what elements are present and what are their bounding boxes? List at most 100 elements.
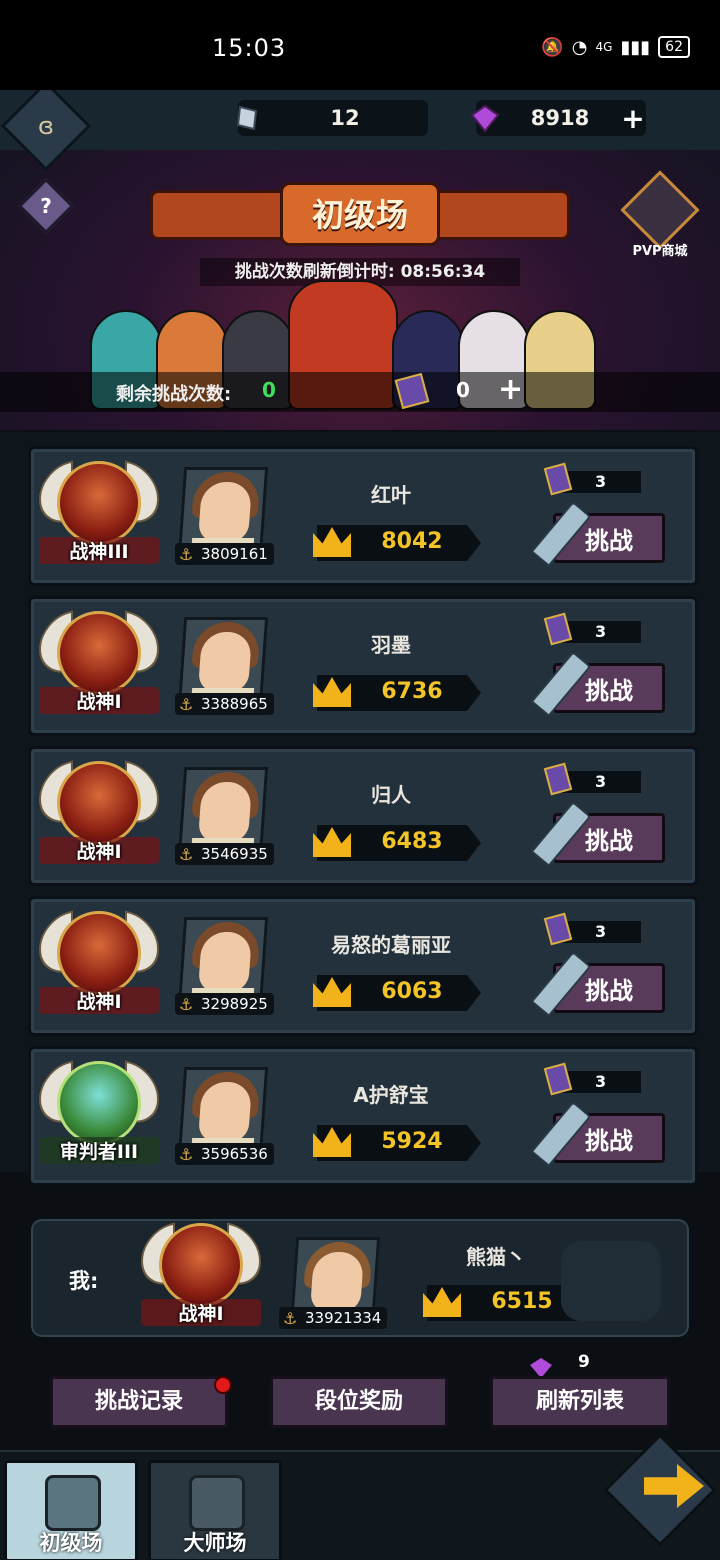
rank-name: 战神I — [39, 687, 159, 714]
power-value: 6736 — [381, 679, 443, 704]
avatar-face — [309, 1252, 365, 1312]
power-value: 6483 — [381, 829, 443, 854]
power-value: 5924 — [381, 1129, 443, 1154]
question-icon: ? — [40, 194, 52, 218]
refresh-cost-value: 9 — [578, 1352, 590, 1372]
arena-banner: ɞ ? 12 8918 + 初级场 PVP商城 挑战次数刷新倒计时: 08:56… — [0, 90, 720, 430]
rank-rewards-button[interactable]: 段位奖励 — [270, 1376, 448, 1428]
challenge-button[interactable]: 挑战 — [525, 801, 665, 867]
opponent-row: 战神I ⚓ 3388965 羽墨 6736 3 挑战 — [28, 596, 698, 736]
rank-name: 战神I — [39, 987, 159, 1014]
menu-icon: ɞ — [38, 112, 54, 140]
rank-badge: 战神I — [39, 755, 159, 875]
challenge-ticket-icon — [543, 912, 573, 946]
challenge-button[interactable]: 挑战 — [525, 951, 665, 1017]
shop-icon — [620, 170, 700, 250]
avatar-face — [197, 932, 253, 992]
avatar-face — [197, 1082, 253, 1142]
refresh-list-button[interactable]: 刷新列表 — [490, 1376, 670, 1428]
opponent-uid: ⚓ 3298925 — [175, 993, 274, 1015]
ticket-cost-value: 3 — [595, 772, 607, 791]
opponent-power: 6063 — [313, 975, 481, 1011]
battery-icon: 62 — [658, 36, 690, 58]
ticket-cost: 3 — [543, 762, 641, 796]
opponent-uid: ⚓ 3809161 — [175, 543, 274, 565]
ticket-cost: 3 — [543, 1062, 641, 1096]
challenge-ticket-icon — [543, 462, 573, 496]
avatar-face — [197, 632, 253, 692]
ticket-cost-value: 3 — [595, 622, 607, 641]
uid-value: 3298925 — [201, 995, 268, 1013]
rank-name: 战神III — [39, 537, 159, 564]
challenge-ticket-icon — [394, 372, 430, 410]
countdown-label: 挑战次数刷新倒计时: — [234, 262, 395, 282]
page-title: 初级场 — [311, 196, 408, 234]
anchor-icon: ⚓ — [179, 1145, 194, 1164]
anchor-icon: ⚓ — [179, 545, 194, 564]
ticket-cost-value: 3 — [595, 1072, 607, 1091]
opponent-power: 5924 — [313, 1125, 481, 1161]
opponent-uid: ⚓ 3546935 — [175, 843, 274, 865]
rank-emblem-icon — [159, 1223, 243, 1307]
shield-icon — [45, 1475, 101, 1531]
challenge-records-button[interactable]: 挑战记录 — [50, 1376, 228, 1428]
rank-badge: 战神I — [39, 605, 159, 725]
anchor-icon: ⚓ — [283, 1309, 298, 1328]
my-uid: ⚓ 33921334 — [279, 1307, 388, 1329]
avatar-face — [197, 482, 253, 542]
tab-beginner[interactable]: 初级场 — [4, 1460, 138, 1560]
opponent-row: 战神I ⚓ 3546935 归人 6483 3 挑战 — [28, 746, 698, 886]
crown-icon — [313, 1127, 351, 1157]
gem-count: 8918 — [530, 106, 590, 130]
tab-beginner-label: 初级场 — [39, 1531, 103, 1555]
tab-master-label: 大师场 — [183, 1531, 247, 1555]
add-ticket-button[interactable]: + — [498, 372, 523, 407]
opponent-list: 战神III ⚓ 3809161 红叶 8042 3 挑战 战神I ⚓ 33889… — [0, 432, 720, 1186]
helmet-icon — [189, 1475, 245, 1531]
menu-button[interactable]: ɞ — [0, 90, 92, 172]
challenge-label: 挑战 — [585, 527, 633, 555]
challenge-label: 挑战 — [585, 977, 633, 1005]
challenge-label: 挑战 — [585, 1127, 633, 1155]
avatar-face — [197, 782, 253, 842]
pvp-shop-button[interactable]: PVP商城 — [620, 170, 700, 262]
help-button[interactable]: ? — [17, 177, 75, 235]
opponent-name: 红叶 — [371, 483, 411, 507]
ticket-crystal-icon — [236, 105, 258, 131]
ticket-cost-value: 3 — [595, 922, 607, 941]
ticket-cost-value: 3 — [595, 472, 607, 491]
uid-value: 3596536 — [201, 1145, 268, 1163]
anchor-icon: ⚓ — [179, 695, 194, 714]
my-power: 6515 — [423, 1285, 591, 1321]
remaining-value: 0 — [262, 378, 276, 402]
rank-emblem-icon — [57, 761, 141, 845]
challenge-button[interactable]: 挑战 — [525, 501, 665, 567]
challenge-label: 挑战 — [585, 677, 633, 705]
purple-gem-icon — [530, 1358, 552, 1378]
mute-icon: 🔕 — [541, 36, 564, 58]
challenge-button[interactable]: 挑战 — [525, 651, 665, 717]
status-icons: 🔕 ◔ 4G ▮▮▮ 62 — [541, 36, 690, 58]
power-value: 6063 — [381, 979, 443, 1004]
signal-label: 4G — [595, 40, 613, 54]
tab-master[interactable]: 大师场 — [148, 1460, 282, 1560]
anchor-icon: ⚓ — [179, 995, 194, 1014]
rank-badge: 战神III — [39, 455, 159, 575]
next-arrow-button[interactable] — [603, 1433, 717, 1547]
ticket-cost: 3 — [543, 462, 641, 496]
remaining-bar: 剩余挑战次数: 0 0 + — [0, 372, 720, 412]
rank-badge: 战神I — [39, 905, 159, 1025]
challenge-button[interactable]: 挑战 — [525, 1101, 665, 1167]
status-bar: 15:03 🔕 ◔ 4G ▮▮▮ 62 — [0, 0, 720, 90]
add-gem-button[interactable]: + — [620, 102, 646, 135]
power-value: 8042 — [381, 529, 443, 554]
opponent-uid: ⚓ 3596536 — [175, 1143, 274, 1165]
me-label: 我: — [69, 1269, 99, 1293]
remaining-label: 剩余挑战次数: — [116, 384, 232, 405]
opponent-row: 战神I ⚓ 3298925 易怒的葛丽亚 6063 3 挑战 — [28, 896, 698, 1036]
opponent-power: 6736 — [313, 675, 481, 711]
challenge-ticket-icon — [543, 612, 573, 646]
helmet-watermark-icon — [561, 1241, 661, 1321]
pvp-shop-label: PVP商城 — [632, 244, 688, 259]
rank-badge: 审判者III — [39, 1055, 159, 1175]
